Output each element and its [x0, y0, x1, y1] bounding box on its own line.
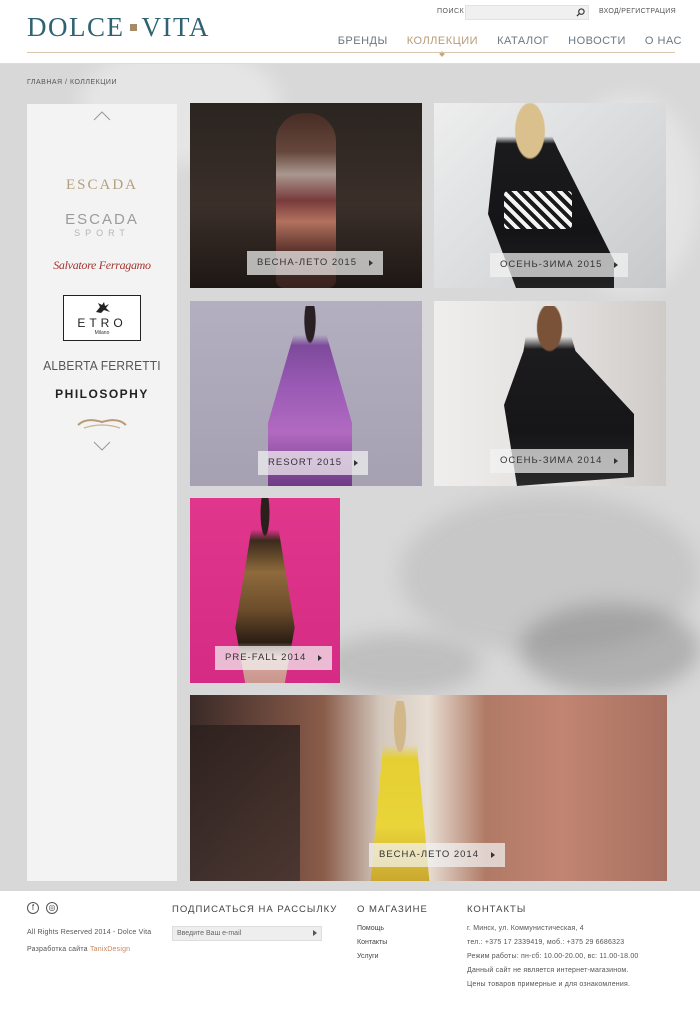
collection-tile[interactable]: ОСЕНЬ-ЗИМА 2015	[434, 103, 666, 288]
collection-label: ВЕСНА-ЛЕТО 2015	[247, 251, 384, 275]
footer-link-contacts[interactable]: Контакты	[357, 939, 387, 946]
site-logo[interactable]: DOLCE VITA	[27, 12, 210, 43]
pegasus-icon	[96, 302, 110, 313]
nav-item-catalog[interactable]: КАТАЛОГ	[497, 35, 549, 47]
collection-label: PRE-FALL 2014	[215, 646, 333, 670]
nav-item-about[interactable]: О НАС	[645, 35, 682, 47]
collection-tile[interactable]: ВЕСНА-ЛЕТО 2015	[190, 103, 422, 288]
facebook-icon[interactable]: f	[27, 902, 39, 914]
arrow-right-icon	[614, 458, 619, 464]
arrow-right-icon	[491, 852, 496, 858]
collection-label: ОСЕНЬ-ЗИМА 2014	[490, 449, 629, 473]
collection-label-text: RESORT 2015	[268, 457, 343, 468]
newsletter-email-input[interactable]: Введите Ваш e-mail	[172, 926, 322, 941]
arrow-right-icon	[318, 655, 323, 661]
chevron-down-icon[interactable]	[93, 441, 111, 451]
brand-etro[interactable]: ETRO Milano	[63, 295, 141, 341]
contact-price-note: Цены товаров примерные и для ознакомлени…	[467, 981, 631, 988]
logo-square-icon	[129, 24, 137, 31]
developer-credit: Разработка сайта TanixDesign	[27, 946, 130, 953]
brand-alberta-ferretti[interactable]: ALBERTA FERRETTI	[33, 358, 171, 373]
copyright-text: All Rights Reserved 2014 - Dolce Vita	[27, 929, 152, 936]
brand-escada[interactable]: ESCADA	[27, 177, 177, 194]
collection-label: ВЕСНА-ЛЕТО 2014	[369, 843, 506, 867]
chevron-up-icon[interactable]	[93, 111, 111, 121]
collection-tile[interactable]: PRE-FALL 2014	[190, 498, 340, 683]
brand-ferragamo[interactable]: Salvatore Ferragamo	[27, 258, 177, 273]
contacts-title: КОНТАКТЫ	[467, 904, 527, 915]
nav-item-collections[interactable]: КОЛЛЕКЦИИ	[407, 35, 478, 47]
smoke-decoration	[320, 634, 480, 694]
brand-escada-sport[interactable]: ESCADA SPORT	[27, 212, 177, 238]
footer-link-help[interactable]: Помощь	[357, 925, 384, 932]
header-divider	[27, 52, 675, 53]
email-placeholder: Введите Ваш e-mail	[177, 930, 242, 937]
developer-link[interactable]: TanixDesign	[90, 946, 130, 953]
nav-item-brands[interactable]: БРЕНДЫ	[338, 35, 388, 47]
collection-tile[interactable]: RESORT 2015	[190, 301, 422, 486]
main-content: ГЛАВНАЯ / КОЛЛЕКЦИИ ESCADA ESCADA SPORT …	[0, 64, 700, 891]
brand-escada-sport-line1: ESCADA	[65, 211, 139, 228]
site-header: DOLCE VITA ПОИСК ВХОД/РЕГИСТРАЦИЯ БРЕНДЫ…	[0, 0, 700, 64]
collection-label-text: ВЕСНА-ЛЕТО 2014	[379, 849, 480, 860]
contact-address: г. Минск, ул. Коммунистическая, 4	[467, 925, 584, 932]
collection-label: RESORT 2015	[258, 451, 369, 475]
wall-shadow	[190, 725, 300, 881]
footer-link-services[interactable]: Услуги	[357, 953, 379, 960]
collection-tile[interactable]: ВЕСНА-ЛЕТО 2014	[190, 695, 667, 881]
brand-etro-sub: Milano	[94, 330, 110, 336]
collection-label-text: ОСЕНЬ-ЗИМА 2015	[500, 259, 603, 270]
developer-prefix: Разработка сайта	[27, 946, 88, 953]
arrow-right-icon	[614, 262, 619, 268]
search-label: ПОИСК	[437, 8, 465, 15]
brand-escada-sport-line2: SPORT	[74, 228, 130, 238]
brand-carousel: ESCADA ESCADA SPORT Salvatore Ferragamo …	[27, 104, 177, 881]
site-footer: f ◎ All Rights Reserved 2014 - Dolce Vit…	[0, 891, 700, 1014]
collection-label-text: ВЕСНА-ЛЕТО 2015	[257, 257, 358, 268]
handbag-photo	[504, 191, 572, 229]
brand-ornament-logo[interactable]	[76, 416, 128, 430]
contact-disclaimer: Данный сайт не является интернет-магазин…	[467, 967, 629, 974]
search-input[interactable]	[465, 5, 589, 20]
instagram-icon[interactable]: ◎	[46, 902, 58, 914]
contact-phone: тел.: +375 17 2339419, моб.: +375 29 668…	[467, 939, 625, 946]
search-icon[interactable]	[576, 8, 585, 17]
logo-text-vita: VITA	[141, 12, 210, 42]
arrow-right-icon	[369, 260, 374, 266]
brand-philosophy[interactable]: PHILOSOPHY	[27, 387, 177, 401]
submit-arrow-icon[interactable]	[313, 930, 317, 936]
brand-etro-name: ETRO	[77, 316, 127, 330]
nav-item-news[interactable]: НОВОСТИ	[568, 35, 626, 47]
main-nav: БРЕНДЫ КОЛЛЕКЦИИ КАТАЛОГ НОВОСТИ О НАС	[338, 35, 682, 47]
contact-hours: Режим работы: пн-сб: 10.00-20.00, вс: 11…	[467, 953, 639, 960]
about-title: О МАГАЗИНЕ	[357, 904, 428, 915]
smoke-decoration	[520, 604, 700, 694]
collection-label: ОСЕНЬ-ЗИМА 2015	[490, 253, 629, 277]
subscribe-title: ПОДПИСАТЬСЯ НА РАССЫЛКУ	[172, 904, 338, 915]
collection-label-text: ОСЕНЬ-ЗИМА 2014	[500, 455, 603, 466]
breadcrumb[interactable]: ГЛАВНАЯ / КОЛЛЕКЦИИ	[27, 79, 117, 86]
logo-text-dolce: DOLCE	[27, 12, 125, 42]
collection-tile[interactable]: ОСЕНЬ-ЗИМА 2014	[434, 301, 666, 486]
arrow-right-icon	[354, 460, 359, 466]
collection-label-text: PRE-FALL 2014	[225, 652, 307, 663]
login-register-link[interactable]: ВХОД/РЕГИСТРАЦИЯ	[599, 8, 676, 15]
